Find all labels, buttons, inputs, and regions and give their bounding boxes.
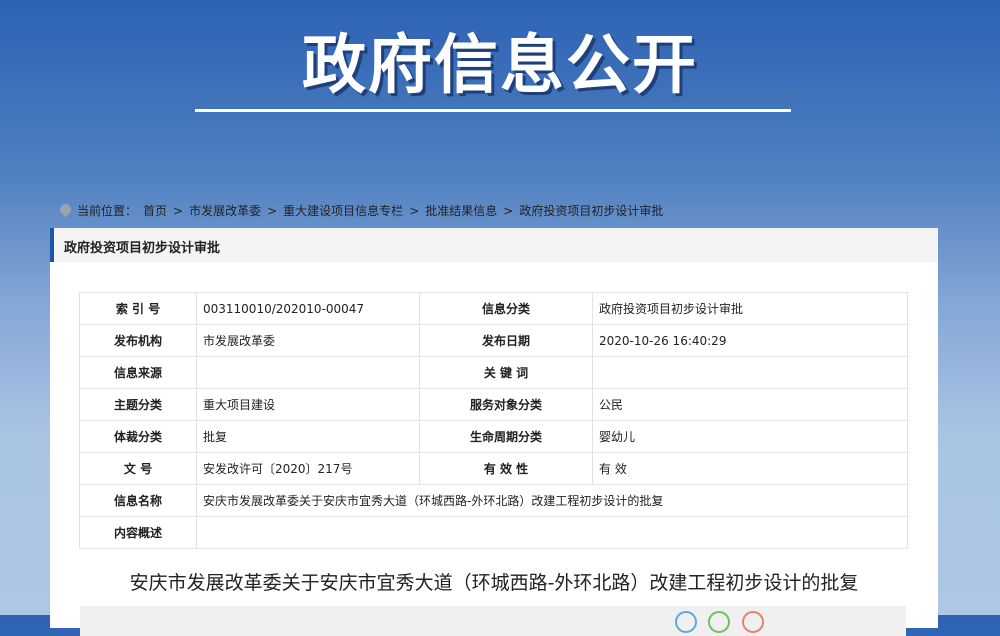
document-title: 安庆市发展改革委关于安庆市宜秀大道（环城西路-外环北路）改建工程初步设计的批复 (129, 572, 859, 594)
field-value: 婴幼儿 (592, 420, 908, 453)
share-icon-2[interactable] (708, 611, 730, 633)
table-row: 内容概述 (79, 516, 908, 549)
field-value (196, 516, 908, 549)
table-row: 信息名称 安庆市发展改革委关于安庆市宜秀大道（环城西路-外环北路）改建工程初步设计… (79, 484, 908, 517)
breadcrumb-sep: > (503, 203, 514, 218)
field-value: 批复 (196, 420, 420, 453)
banner-divider (195, 109, 791, 112)
field-value (592, 356, 908, 389)
field-value: 安庆市发展改革委关于安庆市宜秀大道（环城西路-外环北路）改建工程初步设计的批复 (196, 484, 908, 517)
breadcrumb-fgw[interactable]: 市发展改革委 (189, 202, 261, 219)
table-row: 发布机构 市发展改革委 发布日期 2020-10-26 16:40:29 (79, 324, 908, 357)
field-value: 有 效 (592, 452, 908, 485)
breadcrumb-approval-results[interactable]: 批准结果信息 (425, 202, 497, 219)
table-row: 主题分类 重大项目建设 服务对象分类 公民 (79, 388, 908, 421)
field-label: 文 号 (79, 452, 197, 485)
field-label: 关 键 词 (419, 356, 593, 389)
breadcrumb-label: 当前位置： (77, 204, 138, 218)
table-row: 索 引 号 003110010/202010-00047 信息分类 政府投资项目初步设… (79, 292, 908, 325)
field-label: 索 引 号 (79, 292, 197, 325)
field-value (196, 356, 420, 389)
breadcrumb-home[interactable]: 首页 (143, 202, 167, 219)
field-value: 公民 (592, 388, 908, 421)
field-label: 主题分类 (79, 388, 197, 421)
banner-title: 政府信息公开 (302, 29, 698, 103)
breadcrumb-sep: > (267, 203, 278, 218)
field-label: 发布机构 (79, 324, 197, 357)
breadcrumb-major-projects[interactable]: 重大建设项目信息专栏 (283, 202, 403, 219)
field-value: 2020-10-26 16:40:29 (592, 324, 908, 357)
breadcrumb-current[interactable]: 政府投资项目初步设计审批 (519, 202, 663, 219)
share-icon-1[interactable] (675, 611, 697, 633)
breadcrumb-sep: > (409, 203, 420, 218)
share-icon-3[interactable] (742, 611, 764, 633)
table-row: 文 号安发改许可〔2020〕217号有 效 性有 效 (79, 452, 908, 485)
field-value: 安发改许可〔2020〕217号 (196, 452, 420, 485)
field-label: 有 效 性 (419, 452, 593, 485)
field-value: 市发展改革委 (196, 324, 420, 357)
field-label: 发布日期 (419, 324, 593, 357)
table-row: 信息来源 关 键 词 (79, 356, 908, 389)
breadcrumb: 当前位置： 首页 > 市发展改革委 > 重大建设项目信息专栏 > 批准结果信息 > 政府… (60, 202, 663, 219)
field-value: 政府投资项目初步设计审批 (592, 292, 908, 325)
field-label: 服务对象分类 (419, 388, 593, 421)
field-label: 信息名称 (79, 484, 197, 517)
share-bar (80, 606, 906, 636)
field-label: 体裁分类 (79, 420, 197, 453)
breadcrumb-sep: > (173, 203, 184, 218)
metadata-table: 索 引 号 003110010/202010-00047 信息分类 政府投资项目初步设… (79, 292, 908, 549)
field-label: 信息来源 (79, 356, 197, 389)
content-panel: 政府投资项目初步设计审批 索 引 号 003110010/202010-00047… (50, 228, 938, 636)
field-label: 内容概述 (79, 516, 197, 549)
panel-title: 政府投资项目初步设计审批 (50, 228, 938, 262)
field-label: 生命周期分类 (419, 420, 593, 453)
field-value: 重大项目建设 (196, 388, 420, 421)
table-row: 体裁分类 批复 生命周期分类 婴幼儿 (79, 420, 908, 453)
location-pin-icon (60, 204, 71, 218)
field-value: 003110010/202010-00047 (196, 292, 420, 325)
field-label: 信息分类 (419, 292, 593, 325)
